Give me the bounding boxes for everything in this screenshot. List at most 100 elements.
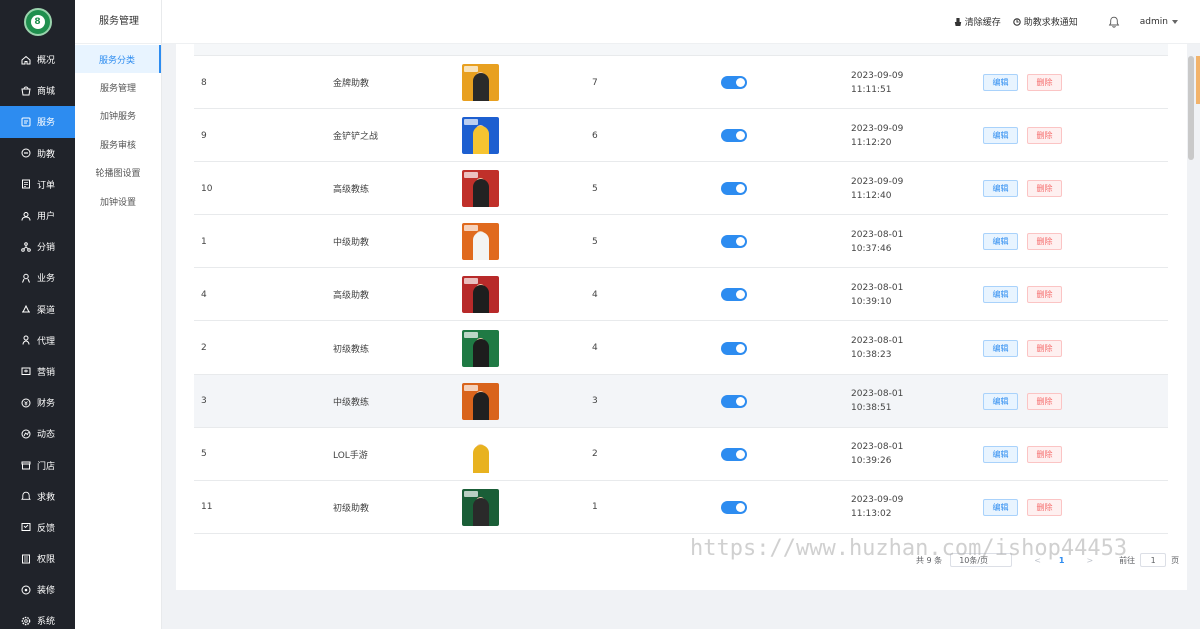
sidebar-item[interactable]: 代理: [0, 325, 75, 356]
submenu-item[interactable]: 服务审核: [75, 130, 161, 158]
shop-icon: [21, 86, 31, 96]
sidebar-item-label: 求救: [37, 492, 56, 503]
submenu-item[interactable]: 轮播图设置: [75, 159, 161, 187]
delete-button[interactable]: 删除: [1027, 286, 1062, 304]
status-toggle[interactable]: [721, 341, 747, 355]
clear-cache-button[interactable]: 清除缓存: [954, 15, 1001, 28]
table-row: 10 高级教练 5 2023-09-09 11:12:40 编辑 删除: [194, 162, 1168, 216]
sidebar-item[interactable]: 动态: [0, 418, 75, 449]
edit-button[interactable]: 编辑: [983, 445, 1018, 463]
sidebar-item[interactable]: 助教: [0, 138, 75, 169]
delete-button[interactable]: 删除: [1027, 392, 1062, 410]
sidebar-item[interactable]: 营销: [0, 356, 75, 387]
cell-name: 中级教练: [333, 397, 370, 408]
cell-id: 1: [201, 236, 207, 247]
cell-created-time: 2023-08-01 10:38:51: [851, 375, 903, 428]
goto-page-input[interactable]: 1: [1140, 553, 1167, 567]
cell-id: 10: [201, 183, 213, 194]
agent-icon: [21, 335, 31, 345]
status-toggle[interactable]: [721, 76, 747, 89]
cell-actions: 编辑 删除: [983, 56, 1071, 109]
delete-button[interactable]: 删除: [1027, 498, 1062, 516]
cell-sort: 7: [592, 77, 598, 88]
created-date: 2023-08-01: [851, 282, 904, 293]
submenu-item[interactable]: 服务分类: [75, 45, 161, 74]
sidebar-item[interactable]: 门店: [0, 449, 75, 480]
next-page-button[interactable]: >: [1086, 556, 1093, 565]
submenu-item[interactable]: 加钟服务: [75, 102, 161, 130]
sidebar-item[interactable]: 求救: [0, 481, 75, 512]
sidebar-item[interactable]: 财务: [0, 387, 75, 418]
category-thumbnail: [462, 223, 499, 261]
logo[interactable]: 8: [0, 0, 75, 44]
page-size-value: 10条/页: [959, 555, 989, 565]
edit-button[interactable]: 编辑: [983, 127, 1018, 145]
sidebar-item-label: 门店: [37, 461, 56, 472]
cell-actions: 编辑 删除: [983, 268, 1071, 321]
status-toggle[interactable]: [721, 235, 747, 249]
sidebar-item[interactable]: 分销: [0, 231, 75, 262]
delete-button[interactable]: 删除: [1027, 233, 1062, 251]
cell-name: 金铲铲之战: [333, 132, 379, 143]
status-toggle[interactable]: [721, 500, 747, 514]
sidebar-item[interactable]: 概况: [0, 44, 75, 75]
edit-button[interactable]: 编辑: [983, 392, 1018, 410]
sidebar-item[interactable]: 订单: [0, 169, 75, 200]
status-toggle[interactable]: [721, 394, 747, 408]
sidebar-item[interactable]: 系统: [0, 605, 75, 629]
edit-button[interactable]: 编辑: [983, 286, 1018, 304]
sidebar-item-label: 分销: [37, 243, 56, 254]
cell-image: [462, 322, 499, 375]
edit-button[interactable]: 编辑: [983, 233, 1018, 251]
edit-button[interactable]: 编辑: [983, 74, 1018, 91]
prev-page-button[interactable]: <: [1034, 556, 1041, 565]
content-card: 8 金牌助教 7 2023-09-09 11:11:51 编辑 删除 9 金铲铲之战 6 2023-…: [176, 44, 1187, 590]
page-number-current[interactable]: 1: [1059, 556, 1065, 565]
cell-status: [721, 162, 747, 215]
cell-image: [462, 109, 499, 162]
business-icon: [21, 273, 31, 283]
delete-button[interactable]: 删除: [1027, 339, 1062, 357]
sidebar-item[interactable]: 用户: [0, 200, 75, 231]
sidebar-item[interactable]: 装修: [0, 574, 75, 605]
alarm-icon: [1013, 17, 1021, 26]
cell-actions: 编辑 删除: [983, 162, 1071, 215]
sos-notice-button[interactable]: 助教求救通知: [1013, 15, 1078, 28]
submenu-item[interactable]: 服务管理: [75, 73, 161, 101]
sidebar-item[interactable]: 业务: [0, 262, 75, 293]
status-toggle[interactable]: [721, 182, 747, 196]
delete-button[interactable]: 删除: [1027, 180, 1062, 198]
delete-button[interactable]: 删除: [1027, 445, 1062, 463]
submenu-item[interactable]: 加钟设置: [75, 187, 161, 215]
cell-image: [462, 428, 499, 481]
created-time: 10:38:23: [851, 350, 892, 360]
thumbnail-figure: [473, 391, 489, 420]
delete-button[interactable]: 删除: [1027, 74, 1062, 91]
edit-button[interactable]: 编辑: [983, 498, 1018, 516]
thumbnail-badge: [464, 384, 478, 391]
cell-id: 9: [201, 130, 207, 141]
sidebar-item[interactable]: 商城: [0, 75, 75, 106]
cell-name: 初级助教: [333, 503, 370, 514]
sidebar-item[interactable]: 渠道: [0, 294, 75, 325]
sidebar-item[interactable]: 反馈: [0, 512, 75, 543]
status-toggle[interactable]: [721, 447, 747, 461]
bell-icon[interactable]: [1108, 16, 1120, 28]
page-size-select[interactable]: 10条/页: [950, 553, 1013, 567]
user-menu[interactable]: admin: [1140, 17, 1178, 27]
edit-button[interactable]: 编辑: [983, 339, 1018, 357]
home-icon: [21, 55, 31, 65]
user-icon: [21, 211, 31, 221]
sidebar-item-label: 财务: [37, 399, 56, 410]
table-row: 11 初级助教 1 2023-09-09 11:13:02 编辑 删除: [194, 481, 1168, 534]
status-toggle[interactable]: [721, 129, 747, 143]
delete-button[interactable]: 删除: [1027, 127, 1062, 145]
vertical-scrollbar[interactable]: [1188, 56, 1194, 160]
edit-button[interactable]: 编辑: [983, 180, 1018, 198]
thumbnail-badge: [464, 172, 478, 179]
thumbnail-figure: [473, 285, 489, 314]
table-header: [194, 44, 1168, 56]
sidebar-item[interactable]: 服务: [0, 106, 75, 138]
sidebar-item[interactable]: 权限: [0, 543, 75, 574]
status-toggle[interactable]: [721, 288, 747, 302]
